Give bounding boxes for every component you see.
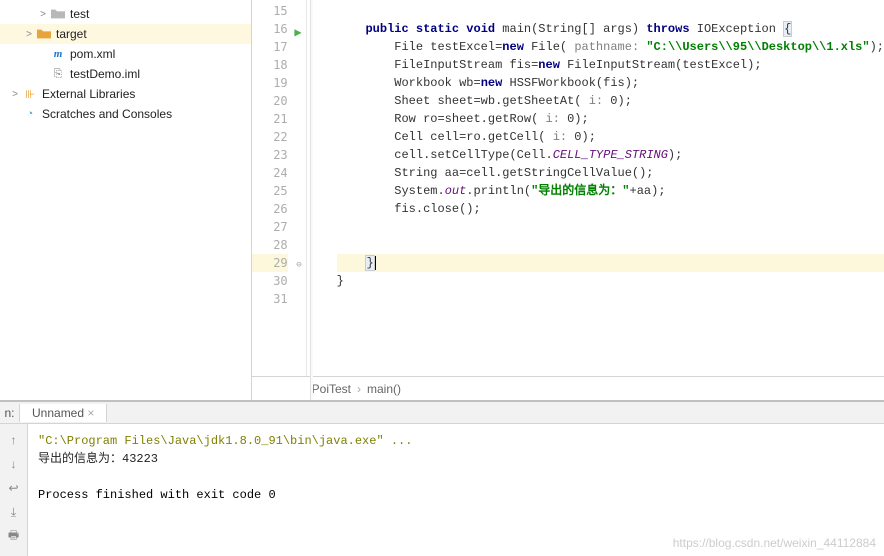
scroll-icon[interactable]: ⤓: [5, 502, 23, 522]
tree-label: target: [56, 27, 87, 41]
run-gutter-icon[interactable]: ▶: [294, 23, 301, 41]
console-stdout: 导出的信息为：43223: [38, 450, 874, 468]
fold-icon[interactable]: ⊖: [296, 256, 301, 274]
console-cmd: "C:\Program Files\Java\jdk1.8.0_91\bin\j…: [38, 432, 874, 450]
run-config-tab[interactable]: Unnamed ×: [20, 404, 107, 422]
tree-item-scratches-and-consoles[interactable]: ◔ Scratches and Consoles: [0, 104, 251, 124]
run-tab-left[interactable]: n:: [0, 404, 20, 422]
code-content[interactable]: public static void main(String[] args) t…: [307, 0, 884, 376]
tree-label: test: [70, 7, 89, 21]
breadcrumb-class[interactable]: PoiTest: [312, 382, 351, 396]
close-icon[interactable]: ×: [87, 406, 94, 420]
run-tool-window: n: Unnamed × ↑ ↓ ↩ ⤓ 🖶 "C:\Program Files…: [0, 400, 884, 556]
lib-icon: ⊪: [22, 86, 38, 102]
wrap-icon[interactable]: ↩: [5, 478, 23, 498]
breadcrumb-method[interactable]: main(): [367, 382, 401, 396]
code-editor: 1516▶17181920212223242526272829⊖3031 pub…: [252, 0, 884, 400]
line-gutter[interactable]: 1516▶17181920212223242526272829⊖3031: [252, 0, 307, 376]
expand-icon[interactable]: >: [36, 9, 50, 20]
tree-item-testdemo-iml[interactable]: ⎘ testDemo.iml: [0, 64, 251, 84]
tree-item-test[interactable]: > test: [0, 4, 251, 24]
maven-icon: m: [50, 46, 66, 62]
down-icon[interactable]: ↓: [5, 454, 23, 474]
folder-gray-icon: [50, 6, 66, 22]
tree-label: testDemo.iml: [70, 67, 140, 81]
console-exit: Process finished with exit code 0: [38, 486, 874, 504]
folder-orange-icon: [36, 26, 52, 42]
watermark: https://blog.csdn.net/weixin_44112884: [673, 536, 876, 550]
console-toolbar: ↑ ↓ ↩ ⤓ 🖶: [0, 424, 28, 556]
up-icon[interactable]: ↑: [5, 430, 23, 450]
project-tree[interactable]: >test>targetmpom.xml⎘testDemo.iml>⊪Exter…: [0, 0, 252, 400]
breadcrumb[interactable]: PoiTest › main(): [252, 376, 884, 400]
tree-label: External Libraries: [42, 87, 135, 101]
tree-item-external-libraries[interactable]: >⊪ External Libraries: [0, 84, 251, 104]
tree-label: pom.xml: [70, 47, 115, 61]
tree-item-pom-xml[interactable]: m pom.xml: [0, 44, 251, 64]
tree-label: Scratches and Consoles: [42, 107, 172, 121]
scratch-icon: ◔: [22, 106, 38, 122]
iml-icon: ⎘: [50, 66, 66, 82]
tree-item-target[interactable]: > target: [0, 24, 251, 44]
expand-icon[interactable]: >: [22, 29, 36, 40]
expand-icon[interactable]: >: [8, 89, 22, 100]
chevron-right-icon: ›: [357, 382, 361, 396]
print-icon[interactable]: 🖶: [5, 526, 23, 546]
